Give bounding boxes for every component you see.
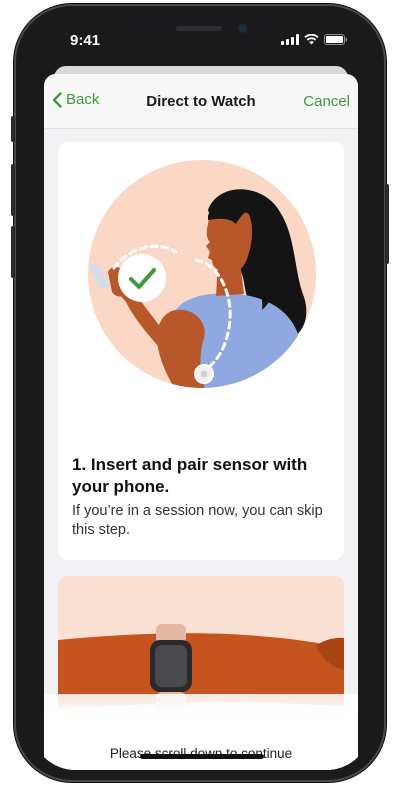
wifi-icon: [304, 34, 319, 45]
signal-icon: [281, 34, 299, 45]
cancel-button[interactable]: Cancel: [303, 93, 350, 110]
screen: 9:41 Back Direct to Watch Cancel 1. Inse…: [30, 18, 372, 770]
home-indicator[interactable]: [140, 754, 264, 759]
status-time: 9:41: [70, 32, 101, 49]
step-card-1: 1. Insert and pair sensor with your phon…: [58, 142, 344, 560]
checkmark-icon: [118, 254, 166, 302]
notch: [120, 18, 282, 46]
power-button: [385, 184, 389, 264]
navigation-bar: Back Direct to Watch Cancel: [44, 74, 358, 129]
volume-down-button: [11, 226, 15, 278]
silent-switch: [11, 116, 15, 142]
front-camera: [238, 24, 247, 33]
step-description: If you’re in a session now, you can skip…: [72, 503, 323, 538]
volume-up-button: [11, 164, 15, 216]
status-icons: [281, 34, 348, 45]
speaker-grille: [176, 26, 222, 31]
step-title: 1. Insert and pair sensor with your phon…: [72, 455, 308, 496]
modal-sheet: Back Direct to Watch Cancel 1. Insert an…: [44, 74, 358, 770]
battery-icon: [324, 34, 348, 45]
pair-sensor-illustration: [88, 160, 316, 388]
